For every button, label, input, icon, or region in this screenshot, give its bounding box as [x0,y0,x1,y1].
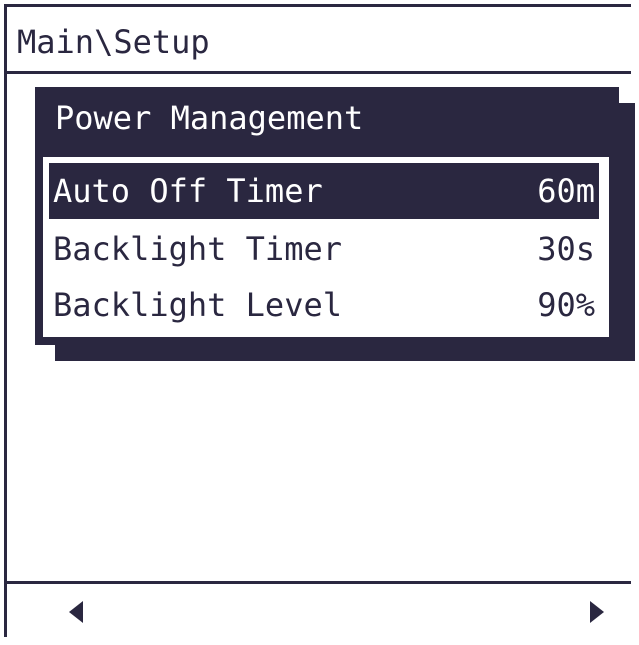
list-item-backlight-timer[interactable]: Backlight Timer 30s [49,221,599,277]
triangle-left-icon[interactable] [69,601,83,623]
device-screen: Main\Setup Power Management Auto Off Tim… [4,4,635,637]
list-item-value: 90% [537,286,595,324]
list-item-backlight-level[interactable]: Backlight Level 90% [49,277,599,333]
list-item-value: 60m [537,172,595,210]
footer-divider [7,581,631,584]
power-management-panel: Power Management Auto Off Timer 60m Back… [35,87,619,345]
triangle-right-icon[interactable] [590,601,604,623]
settings-list: Auto Off Timer 60m Backlight Timer 30s B… [43,157,609,337]
header-divider [7,71,631,74]
breadcrumb: Main\Setup [17,23,210,61]
list-item-label: Backlight Level [53,286,342,324]
list-item-label: Backlight Timer [53,230,342,268]
list-item-value: 30s [537,230,595,268]
panel-title: Power Management [55,99,364,137]
list-item-auto-off-timer[interactable]: Auto Off Timer 60m [49,163,599,219]
list-item-label: Auto Off Timer [53,172,323,210]
